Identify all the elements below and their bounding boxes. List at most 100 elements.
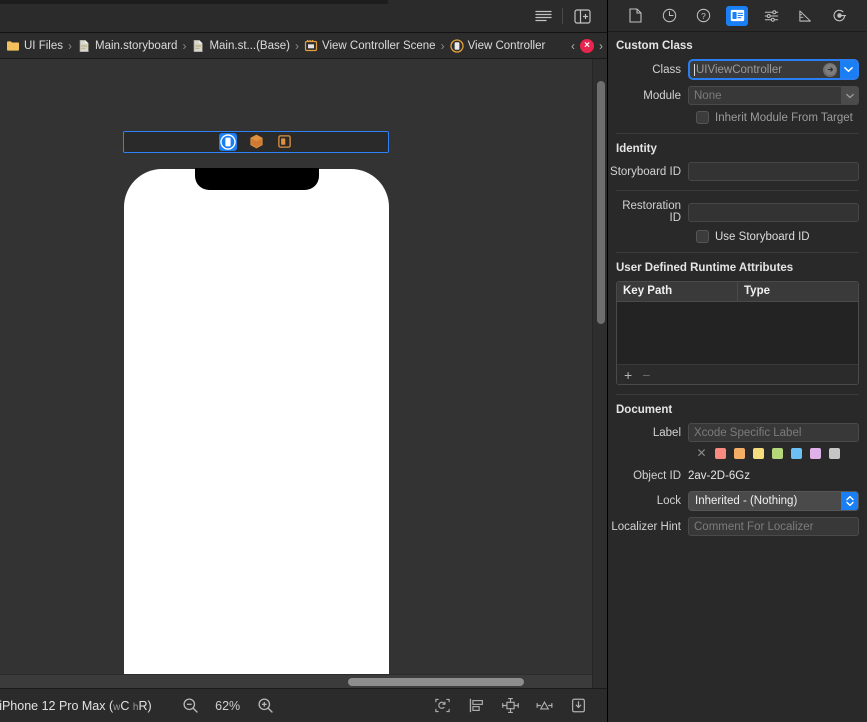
svg-text:?: ? (701, 11, 706, 21)
breadcrumb-item-view-controller-scene[interactable]: View Controller Scene (304, 39, 436, 53)
zoom-level-label[interactable]: 62% (213, 699, 243, 713)
lock-select[interactable]: Inherited - (Nothing) (688, 491, 859, 511)
device-notch (195, 168, 319, 190)
device-configuration-label[interactable]: s: iPhone 12 Pro Max (wC hR) (0, 699, 152, 713)
runtime-attributes-table[interactable]: Key Path Type + − (616, 281, 859, 385)
color-orange-swatch[interactable] (734, 448, 745, 459)
breadcrumb-label: UI Files (24, 40, 63, 52)
runtime-attributes-footer: + − (617, 364, 858, 384)
add-attribute-button[interactable]: + (624, 368, 632, 382)
canvas-horizontal-scrollbar[interactable] (0, 674, 592, 688)
canvas-horizontal-scrollbar-thumb[interactable] (348, 678, 524, 686)
color-none-swatch[interactable]: ✕ (696, 448, 707, 459)
view-controller-icon (450, 39, 464, 53)
breadcrumb-item-ui-files[interactable]: UI Files (6, 39, 63, 53)
add-constraints-icon[interactable] (499, 696, 521, 716)
tab-identity-inspector[interactable] (726, 6, 748, 26)
module-value[interactable]: None (689, 90, 841, 102)
label-object-id: Object ID (608, 470, 688, 482)
row-use-storyboard-id[interactable]: Use Storyboard ID (608, 230, 867, 243)
scene-dock[interactable] (123, 131, 389, 153)
breadcrumb-item-main-base[interactable]: Main.st...(Base) (191, 39, 290, 53)
align-icon[interactable] (465, 696, 487, 716)
tab-file-inspector[interactable] (624, 6, 646, 26)
localizer-hint-input[interactable]: Comment For Localizer (688, 517, 859, 536)
color-purple-swatch[interactable] (810, 448, 821, 459)
lock-value: Inherited - (Nothing) (689, 495, 841, 507)
canvas-vertical-scrollbar[interactable] (592, 59, 607, 688)
scene-icon (304, 39, 318, 53)
storyboard-file-icon (77, 39, 91, 53)
update-frames-icon[interactable] (431, 696, 453, 716)
row-module: Module None (608, 86, 867, 105)
color-red-swatch[interactable] (715, 448, 726, 459)
storyboard-file-icon (191, 39, 205, 53)
runtime-attributes-rows[interactable] (617, 302, 858, 364)
inspector-content: Custom Class Class UIViewController (608, 32, 867, 722)
view-controller-dock-icon[interactable] (219, 133, 237, 151)
chevron-up-down-icon[interactable] (841, 492, 858, 510)
label-localizer-hint: Localizer Hint (608, 521, 688, 533)
document-label-input[interactable]: Xcode Specific Label (688, 423, 859, 442)
class-input-wrap[interactable]: UIViewController (690, 64, 823, 76)
section-divider (616, 394, 859, 395)
issue-badge[interactable]: × (580, 39, 594, 53)
color-blue-swatch[interactable] (791, 448, 802, 459)
breadcrumb-separator: › (182, 39, 186, 53)
class-combobox[interactable]: UIViewController (688, 59, 859, 80)
folder-icon (6, 39, 20, 53)
tab-quick-help-inspector[interactable]: ? (692, 6, 714, 26)
chevron-down-icon[interactable] (840, 61, 857, 78)
breadcrumb-separator: › (295, 39, 299, 53)
color-gray-swatch[interactable] (829, 448, 840, 459)
breadcrumb-item-main-storyboard[interactable]: Main.storyboard (77, 39, 177, 53)
editor-area: UI Files › Main.storyboard (0, 0, 608, 722)
breadcrumb-next-icon[interactable]: › (599, 39, 603, 53)
label-inherit-module: Inherit Module From Target (715, 112, 853, 124)
tab-attributes-inspector[interactable] (761, 6, 783, 26)
breadcrumb-item-view-controller[interactable]: View Controller (450, 39, 546, 53)
column-type: Type (737, 282, 858, 301)
zoom-out-icon[interactable] (182, 697, 199, 714)
editor-top-toolbar (0, 0, 607, 33)
storyboard-canvas[interactable] (0, 59, 607, 688)
row-localizer-hint: Localizer Hint Comment For Localizer (608, 517, 867, 536)
breadcrumb-prev-icon[interactable]: ‹ (571, 39, 575, 53)
resolve-issues-icon[interactable] (533, 696, 555, 716)
color-yellow-swatch[interactable] (753, 448, 764, 459)
chevron-down-icon[interactable] (841, 87, 858, 104)
label-storyboard-id: Storyboard ID (608, 166, 688, 178)
breadcrumb: UI Files › Main.storyboard (0, 33, 607, 59)
device-canvas-iphone[interactable] (124, 169, 389, 688)
restoration-id-input[interactable] (688, 203, 859, 222)
canvas-vertical-scrollbar-thumb[interactable] (597, 81, 605, 324)
inherit-module-checkbox[interactable] (696, 111, 709, 124)
row-inherit-module[interactable]: Inherit Module From Target (608, 111, 867, 124)
breadcrumb-navigation: ‹ × › (563, 39, 603, 53)
section-title-runtime-attributes: User Defined Runtime Attributes (608, 262, 867, 281)
embed-in-icon[interactable] (567, 696, 589, 716)
tab-connections-inspector[interactable] (829, 6, 851, 26)
editor-options-icon[interactable] (528, 5, 558, 27)
color-green-swatch[interactable] (772, 448, 783, 459)
use-storyboard-id-checkbox[interactable] (696, 230, 709, 243)
object-id-value: 2av-2D-6Gz (688, 470, 750, 482)
trait-width-class: C (120, 699, 129, 713)
tab-history-inspector[interactable] (658, 6, 680, 26)
breadcrumb-label: Main.st...(Base) (209, 40, 290, 52)
exit-dock-icon[interactable] (277, 134, 293, 150)
first-responder-dock-icon[interactable] (249, 134, 265, 150)
storyboard-id-input[interactable] (688, 162, 859, 181)
section-divider (616, 252, 859, 253)
section-title-document: Document (608, 404, 867, 423)
remove-attribute-button[interactable]: − (642, 368, 650, 382)
zoom-in-icon[interactable] (257, 697, 274, 714)
clear-icon[interactable] (823, 63, 837, 77)
module-combobox[interactable]: None (688, 86, 859, 105)
class-input[interactable]: UIViewController (696, 64, 782, 76)
runtime-attributes-header: Key Path Type (617, 282, 858, 302)
label-module: Module (608, 90, 688, 102)
add-editor-icon[interactable] (567, 5, 597, 27)
row-class: Class UIViewController (608, 59, 867, 80)
tab-size-inspector[interactable] (795, 6, 817, 26)
